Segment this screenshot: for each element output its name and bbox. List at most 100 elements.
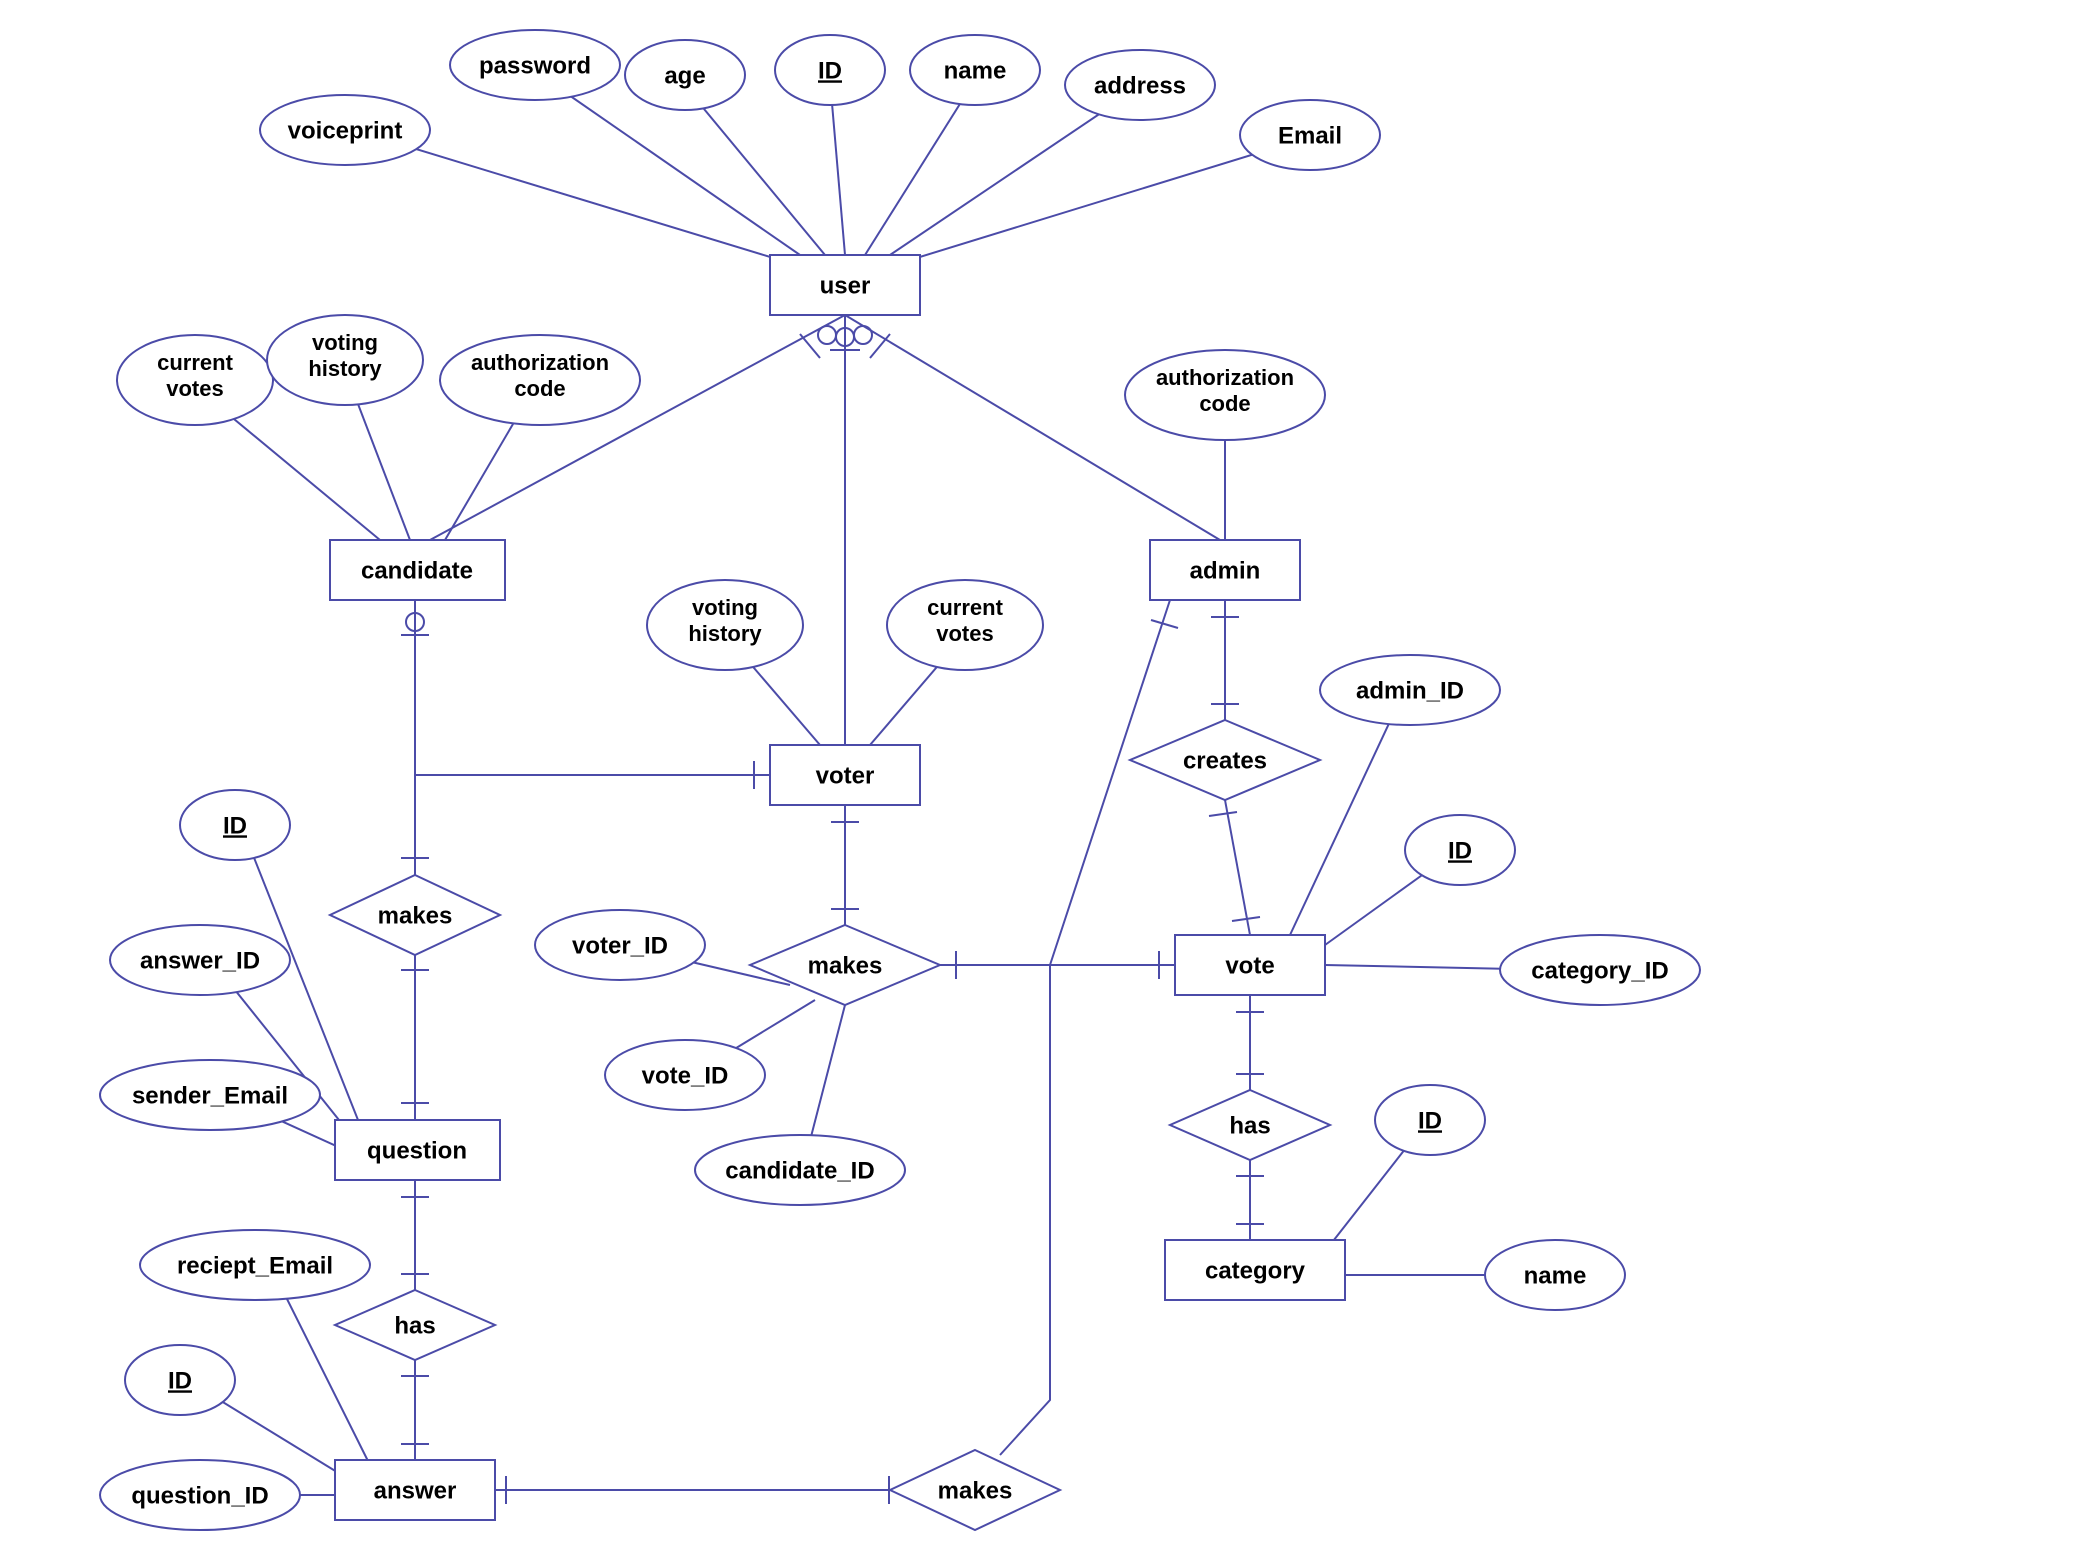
edge-user-name (865, 80, 975, 255)
entity-answer: answer (335, 1460, 495, 1520)
attr-answer-reciept: reciept_Email (140, 1230, 370, 1300)
svg-text:code: code (514, 376, 565, 401)
svg-text:votes: votes (166, 376, 223, 401)
svg-text:ID: ID (223, 812, 247, 839)
svg-text:admin_ID: admin_ID (1356, 677, 1464, 704)
attr-voter-votinghistory: voting history (647, 580, 803, 670)
attr-category-id: ID (1375, 1085, 1485, 1155)
svg-text:name: name (1524, 1262, 1587, 1289)
attr-makes-voterid: voter_ID (535, 910, 705, 980)
entity-candidate: candidate (330, 540, 505, 600)
attr-makes-voteid: vote_ID (605, 1040, 765, 1110)
er-diagram: user voiceprint password age ID name add… (0, 0, 2090, 1566)
attr-question-senderemail: sender_Email (100, 1060, 320, 1130)
attr-vote-categoryid: category_ID (1500, 935, 1700, 1005)
edge-candidate-makes (401, 600, 429, 875)
attr-question-id: ID (180, 790, 290, 860)
attr-question-answerid: answer_ID (110, 925, 290, 995)
attr-user-email: Email (1240, 100, 1380, 170)
svg-text:admin: admin (1190, 557, 1261, 584)
edge-answer-reciept (275, 1275, 370, 1465)
edge-makes-vote (940, 951, 1175, 979)
svg-text:candidate: candidate (361, 557, 473, 584)
svg-text:makes: makes (938, 1477, 1013, 1504)
entity-admin: admin (1150, 540, 1300, 600)
svg-text:user: user (820, 272, 871, 299)
attr-user-password: password (450, 30, 620, 100)
entity-user: user (770, 255, 920, 315)
attr-answer-id: ID (125, 1345, 235, 1415)
attr-answer-questionid: question_ID (100, 1460, 300, 1530)
attr-candidate-authcode: authorization code (440, 335, 640, 425)
edge-vote-adminid (1290, 700, 1400, 935)
attr-user-age: age (625, 40, 745, 110)
svg-text:creates: creates (1183, 747, 1267, 774)
edge-has-category (1236, 1160, 1264, 1240)
edge-creates-vote (1209, 800, 1260, 935)
rel-makes-admin-answer: makes (890, 1450, 1060, 1530)
svg-text:current: current (927, 595, 1003, 620)
edge-vote-has (1236, 995, 1264, 1090)
svg-text:authorization: authorization (1156, 365, 1294, 390)
svg-text:age: age (664, 62, 705, 89)
svg-text:current: current (157, 350, 233, 375)
svg-text:password: password (479, 52, 591, 79)
attr-category-name: name (1485, 1240, 1625, 1310)
svg-text:voiceprint: voiceprint (288, 117, 403, 144)
svg-text:reciept_Email: reciept_Email (177, 1252, 333, 1279)
svg-text:answer: answer (374, 1477, 457, 1504)
svg-text:history: history (688, 621, 762, 646)
attr-candidate-currentvotes: current votes (117, 335, 273, 425)
svg-text:category: category (1205, 1257, 1306, 1284)
attr-user-id: ID (775, 35, 885, 105)
entity-vote: vote (1175, 935, 1325, 995)
entity-voter: voter (770, 745, 920, 805)
attr-user-name: name (910, 35, 1040, 105)
svg-text:voting: voting (312, 330, 378, 355)
svg-text:candidate_ID: candidate_ID (725, 1157, 874, 1184)
edge-admin-creates (1211, 600, 1239, 720)
edge-candidate-voter (415, 761, 770, 789)
svg-text:ID: ID (1448, 837, 1472, 864)
edge-user-voter (830, 315, 860, 745)
svg-text:code: code (1199, 391, 1250, 416)
attr-user-voiceprint: voiceprint (260, 95, 430, 165)
svg-text:vote_ID: vote_ID (642, 1062, 729, 1089)
svg-text:has: has (394, 1312, 435, 1339)
edge-question-has (401, 1180, 429, 1290)
svg-text:category_ID: category_ID (1531, 957, 1668, 984)
svg-text:Email: Email (1278, 122, 1342, 149)
edge-has-answer (401, 1360, 429, 1460)
svg-text:name: name (944, 57, 1007, 84)
attr-vote-id: ID (1405, 815, 1515, 885)
svg-text:votes: votes (936, 621, 993, 646)
edge-user-id (830, 80, 845, 255)
svg-text:makes: makes (808, 952, 883, 979)
svg-text:ID: ID (168, 1367, 192, 1394)
svg-text:question: question (367, 1137, 467, 1164)
attr-vote-adminid: admin_ID (1320, 655, 1500, 725)
svg-text:has: has (1229, 1112, 1270, 1139)
rel-creates: creates (1130, 720, 1320, 800)
svg-text:history: history (308, 356, 382, 381)
attr-makes-candidateid: candidate_ID (695, 1135, 905, 1205)
svg-text:makes: makes (378, 902, 453, 929)
svg-text:voting: voting (692, 595, 758, 620)
attr-voter-currentvotes: current votes (887, 580, 1043, 670)
attr-user-address: address (1065, 50, 1215, 120)
svg-text:authorization: authorization (471, 350, 609, 375)
edge-voter-makes (831, 805, 859, 925)
edge-makes2-admin (1000, 600, 1178, 1455)
attr-admin-authcode: authorization code (1125, 350, 1325, 440)
rel-makes-voter-vote: makes (750, 925, 940, 1005)
svg-text:ID: ID (1418, 1107, 1442, 1134)
svg-text:sender_Email: sender_Email (132, 1082, 288, 1109)
rel-has-question-answer: has (335, 1290, 495, 1360)
svg-text:ID: ID (818, 57, 842, 84)
svg-text:voter: voter (816, 762, 875, 789)
edge-makes-question (401, 955, 429, 1120)
svg-text:address: address (1094, 72, 1186, 99)
edge-answer-makes2 (490, 1476, 905, 1504)
rel-makes-candidate-question: makes (330, 875, 500, 955)
entity-question: question (335, 1120, 500, 1180)
